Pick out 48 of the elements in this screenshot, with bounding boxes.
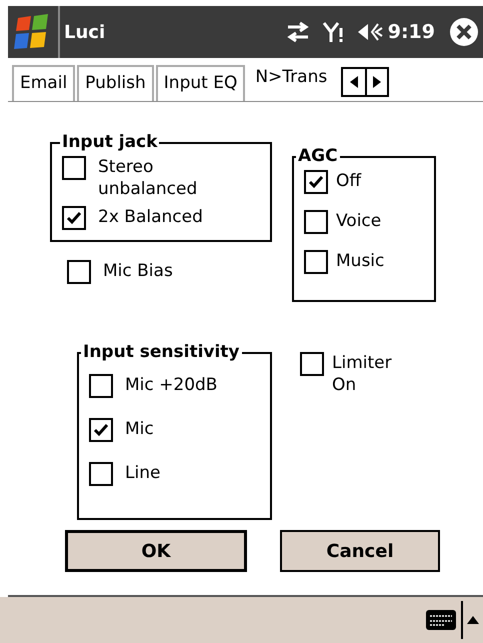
checkbox[interactable]: [304, 210, 328, 234]
option-label: Off: [336, 170, 362, 192]
checkbox-option[interactable]: Limiter On: [300, 352, 392, 396]
option-label: Mic: [125, 418, 154, 440]
sync-arrows-icon: [286, 21, 310, 43]
option-label: Stereo unbalanced: [98, 156, 198, 200]
checkbox[interactable]: [62, 156, 86, 180]
clock-time: 9:19: [388, 20, 435, 45]
checkbox[interactable]: [304, 170, 328, 194]
app-title: Luci: [64, 20, 106, 44]
dialog-button[interactable]: Cancel: [280, 530, 440, 572]
option-label: Mic Bias: [103, 260, 173, 282]
checkbox[interactable]: [89, 462, 113, 486]
checkbox[interactable]: [300, 352, 324, 376]
option-label: Line: [125, 462, 160, 484]
up-triangle-icon[interactable]: [467, 616, 479, 624]
right-triangle-icon: [373, 76, 382, 88]
checkbox-option[interactable]: Line: [89, 462, 270, 486]
checkbox[interactable]: [67, 260, 91, 284]
checkbox-option[interactable]: Mic Bias: [67, 260, 272, 284]
checkbox-option[interactable]: Off: [304, 170, 434, 194]
dialog-button[interactable]: OK: [65, 530, 247, 572]
checkbox[interactable]: [62, 206, 86, 230]
checkbox-option[interactable]: 2x Balanced: [62, 206, 270, 230]
checkbox-option[interactable]: Voice: [304, 210, 434, 234]
tab[interactable]: Email: [12, 65, 76, 101]
checkbox-option[interactable]: Mic +20dB: [89, 374, 270, 398]
checkbox-option[interactable]: Stereo unbalanced: [62, 156, 270, 200]
checkmark-icon: [66, 211, 82, 225]
option-label: 2x Balanced: [98, 206, 203, 228]
tab[interactable]: Input EQ: [156, 65, 246, 101]
option-label: Mic +20dB: [125, 374, 218, 396]
option-label: Limiter On: [332, 352, 392, 396]
checkbox-option[interactable]: Mic: [89, 418, 270, 442]
keyboard-icon[interactable]: [425, 609, 457, 631]
option-label: Music: [336, 250, 384, 272]
left-triangle-icon: [350, 76, 358, 88]
checkmark-icon: [93, 423, 109, 437]
checkbox[interactable]: [89, 374, 113, 398]
option-label: Voice: [336, 210, 382, 232]
checkbox-option[interactable]: Music: [304, 250, 434, 274]
tab[interactable]: Publish: [77, 65, 154, 101]
checkbox[interactable]: [89, 418, 113, 442]
checkbox[interactable]: [304, 250, 328, 274]
group-title: Input jack: [60, 131, 160, 153]
group-title: Input sensitivity: [81, 341, 242, 363]
checkmark-icon: [308, 175, 324, 189]
close-icon[interactable]: [449, 17, 479, 47]
